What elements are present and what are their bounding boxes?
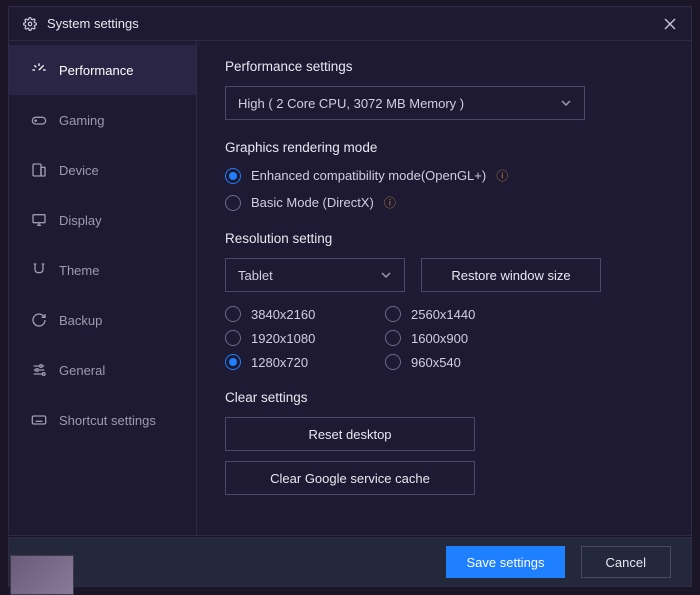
resolution-grid: 3840x2160 2560x1440 1920x1080 1600x900 1…	[225, 306, 663, 370]
sidebar-item-label: General	[59, 363, 105, 378]
keyboard-icon	[31, 412, 47, 428]
sidebar-item-display[interactable]: Display	[9, 195, 196, 245]
chevron-down-icon	[380, 269, 392, 281]
sidebar-item-shortcut[interactable]: Shortcut settings	[9, 395, 196, 445]
sidebar-item-label: Backup	[59, 313, 102, 328]
sidebar-item-label: Shortcut settings	[59, 413, 156, 428]
close-button[interactable]	[659, 13, 681, 35]
radio-icon	[225, 354, 241, 370]
resolution-section: Resolution setting Tablet Restore window…	[225, 231, 663, 370]
button-label: Clear Google service cache	[270, 471, 430, 486]
sidebar-item-backup[interactable]: Backup	[9, 295, 196, 345]
section-title: Clear settings	[225, 390, 663, 405]
resolution-option[interactable]: 2560x1440	[385, 306, 545, 322]
restore-window-button[interactable]: Restore window size	[421, 258, 601, 292]
radio-icon	[225, 168, 241, 184]
section-title: Performance settings	[225, 59, 663, 74]
device-icon	[31, 162, 47, 178]
info-icon[interactable]: ⓘ	[496, 167, 508, 184]
resolution-option[interactable]: 1600x900	[385, 330, 545, 346]
chevron-down-icon	[560, 97, 572, 109]
sidebar-item-label: Theme	[59, 263, 99, 278]
titlebar: System settings	[9, 7, 691, 41]
radio-label: 3840x2160	[251, 307, 315, 322]
section-title: Graphics rendering mode	[225, 140, 663, 155]
resolution-option[interactable]: 1280x720	[225, 354, 385, 370]
button-label: Restore window size	[451, 268, 570, 283]
radio-label: 1280x720	[251, 355, 308, 370]
gaming-icon	[31, 112, 47, 128]
radio-label: 1600x900	[411, 331, 468, 346]
radio-label: Basic Mode (DirectX)	[251, 195, 374, 210]
radio-label: 1920x1080	[251, 331, 315, 346]
clear-cache-button[interactable]: Clear Google service cache	[225, 461, 475, 495]
button-label: Cancel	[606, 555, 646, 570]
taskbar-thumbnail[interactable]	[10, 555, 74, 595]
resolution-option[interactable]: 1920x1080	[225, 330, 385, 346]
save-button[interactable]: Save settings	[446, 546, 564, 578]
performance-dropdown[interactable]: High ( 2 Core CPU, 3072 MB Memory )	[225, 86, 585, 120]
gear-icon	[23, 17, 37, 31]
dropdown-value: High ( 2 Core CPU, 3072 MB Memory )	[238, 96, 552, 111]
footer-bar: Save settings Cancel	[8, 537, 692, 587]
radio-icon	[225, 306, 241, 322]
reset-desktop-button[interactable]: Reset desktop	[225, 417, 475, 451]
theme-icon	[31, 262, 47, 278]
backup-icon	[31, 312, 47, 328]
resolution-mode-dropdown[interactable]: Tablet	[225, 258, 405, 292]
radio-icon	[225, 195, 241, 211]
sidebar-item-theme[interactable]: Theme	[9, 245, 196, 295]
radio-label: 960x540	[411, 355, 461, 370]
sidebar-item-label: Gaming	[59, 113, 105, 128]
graphics-section: Graphics rendering mode Enhanced compati…	[225, 140, 663, 211]
content-panel: Performance settings High ( 2 Core CPU, …	[197, 41, 691, 535]
sidebar-item-label: Performance	[59, 63, 133, 78]
clear-section: Clear settings Reset desktop Clear Googl…	[225, 390, 663, 495]
resolution-option[interactable]: 960x540	[385, 354, 545, 370]
dropdown-value: Tablet	[238, 268, 372, 283]
window-title: System settings	[47, 16, 139, 31]
radio-icon	[385, 306, 401, 322]
sliders-icon	[31, 362, 47, 378]
sidebar-item-label: Display	[59, 213, 102, 228]
radio-icon	[385, 354, 401, 370]
section-title: Resolution setting	[225, 231, 663, 246]
sidebar-item-performance[interactable]: Performance	[9, 45, 196, 95]
close-icon	[664, 18, 676, 30]
sidebar-item-gaming[interactable]: Gaming	[9, 95, 196, 145]
radio-label: Enhanced compatibility mode(OpenGL+)	[251, 168, 486, 183]
button-label: Reset desktop	[308, 427, 391, 442]
sidebar: Performance Gaming Device Display Theme …	[9, 41, 197, 535]
radio-label: 2560x1440	[411, 307, 475, 322]
radio-icon	[225, 330, 241, 346]
cancel-button[interactable]: Cancel	[581, 546, 671, 578]
performance-section: Performance settings High ( 2 Core CPU, …	[225, 59, 663, 120]
button-label: Save settings	[466, 555, 544, 570]
settings-window: System settings Performance Gaming Devic…	[8, 6, 692, 536]
radio-icon	[385, 330, 401, 346]
display-icon	[31, 212, 47, 228]
speed-icon	[31, 62, 47, 78]
sidebar-item-device[interactable]: Device	[9, 145, 196, 195]
resolution-option[interactable]: 3840x2160	[225, 306, 385, 322]
info-icon[interactable]: ⓘ	[384, 194, 396, 211]
graphics-option-opengl[interactable]: Enhanced compatibility mode(OpenGL+) ⓘ	[225, 167, 663, 184]
graphics-option-directx[interactable]: Basic Mode (DirectX) ⓘ	[225, 194, 663, 211]
sidebar-item-label: Device	[59, 163, 99, 178]
sidebar-item-general[interactable]: General	[9, 345, 196, 395]
